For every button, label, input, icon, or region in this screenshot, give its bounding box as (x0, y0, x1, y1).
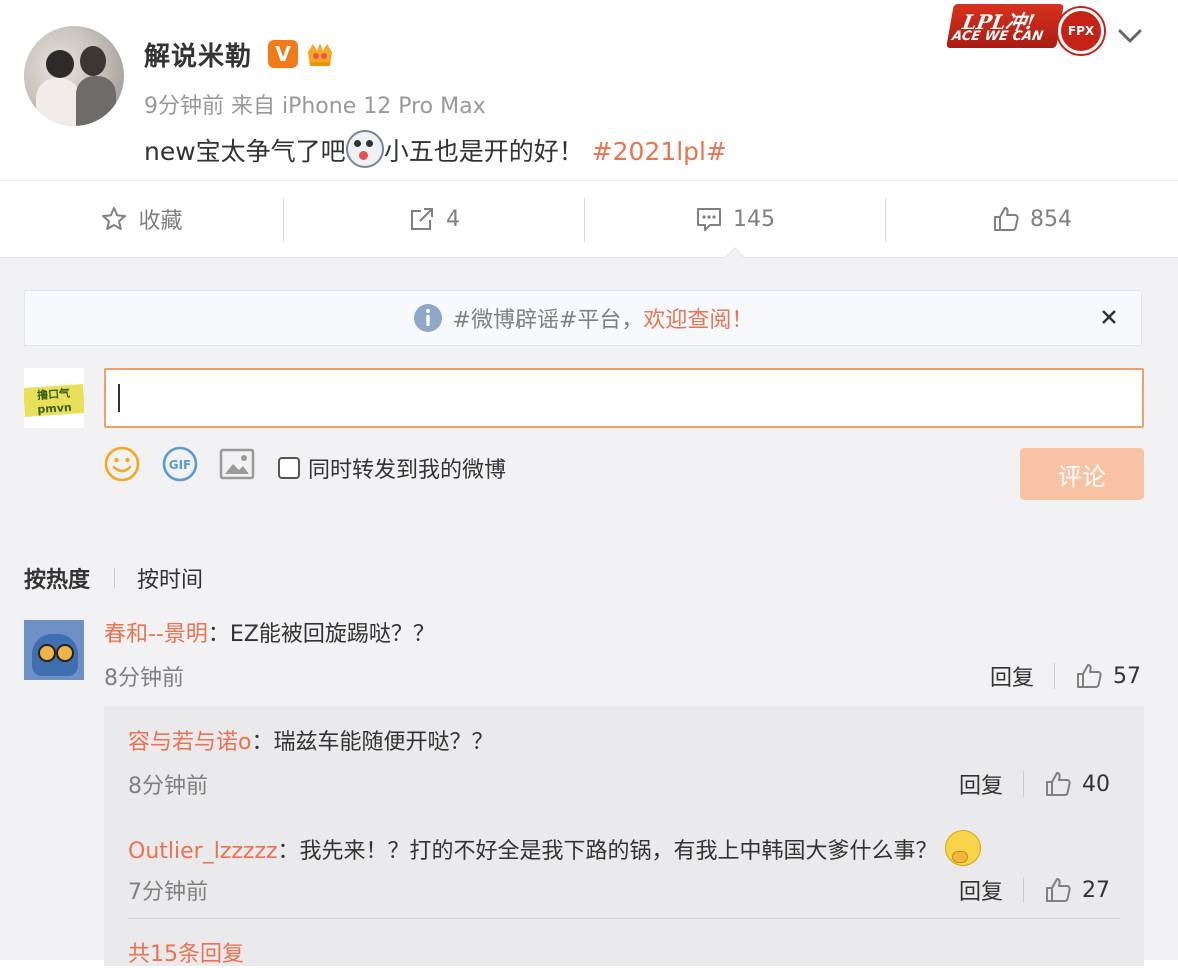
post-text-part: 小五也是开的好！ (383, 137, 584, 166)
notice-link[interactable]: 欢迎查阅！ (643, 302, 753, 334)
submit-comment-button[interactable]: 评论 (1020, 448, 1144, 500)
reply-body: ：我先来！？打的不好全是我下路的锅，有我上中韩国大爹什么事？ (277, 839, 938, 864)
info-icon (413, 304, 442, 332)
reply-like-count: 40 (1082, 771, 1111, 797)
post-text-part: new宝太争气了吧 (144, 137, 346, 166)
reply-body: ：瑞兹车能随便开哒？？ (251, 730, 494, 755)
verified-badge[interactable]: V (268, 40, 298, 68)
thumbs-up-icon[interactable] (1075, 662, 1103, 690)
reply-button[interactable]: 回复 (959, 874, 1003, 906)
comment-icon (697, 208, 721, 231)
comment-sort-bar: 按热度 按时间 (24, 562, 203, 594)
favorite-button[interactable]: 收藏 (0, 181, 283, 257)
gif-icon[interactable]: GIF (162, 446, 198, 482)
image-icon[interactable] (219, 446, 255, 482)
sort-by-time[interactable]: 按时间 (137, 562, 203, 594)
thumbs-up-icon[interactable] (1044, 770, 1072, 798)
comment-input[interactable] (104, 368, 1144, 428)
reply-username[interactable]: 容与若与诺o (128, 730, 251, 755)
notice-text: #微博辟谣#平台， (452, 308, 644, 333)
author-avatar[interactable] (24, 26, 124, 126)
favorite-label: 收藏 (138, 209, 183, 234)
thumbs-up-icon[interactable] (1044, 876, 1072, 904)
banner-bottom-text: ACE WE CAN (950, 29, 1045, 44)
close-icon[interactable] (1095, 303, 1123, 331)
svg-text:GIF: GIF (169, 458, 192, 472)
commenter-avatar[interactable] (24, 620, 84, 680)
thinking-emoji-icon (944, 830, 981, 866)
reply-text: 容与若与诺o：瑞兹车能随便开哒？？ (128, 724, 493, 756)
sort-separator (114, 568, 116, 588)
fpx-logo: FPX (1058, 8, 1104, 54)
comment-username[interactable]: 春和--景明 (104, 622, 208, 647)
panel-pointer (725, 247, 745, 258)
comment-button[interactable]: 145 (585, 181, 885, 257)
repost-count: 4 (446, 206, 460, 232)
comment-text: 春和--景明：EZ能被回旋踢哒？？ (104, 616, 435, 648)
like-count: 854 (1030, 206, 1072, 232)
comment-actions: 回复 57 (990, 660, 1141, 692)
repost-checkbox[interactable] (278, 457, 300, 479)
reply-actions: 回复 40 (959, 768, 1110, 800)
like-button[interactable]: 854 (886, 181, 1178, 257)
hashtag-link[interactable]: #2021lpl# (592, 137, 727, 166)
comment-count: 145 (733, 206, 775, 232)
action-separator (1023, 771, 1025, 797)
action-separator (1023, 877, 1025, 903)
lpl-card-decoration[interactable]: LPL冲! ACE WE CAN FPX (946, 4, 1106, 54)
comment-like-count: 57 (1113, 663, 1142, 689)
post-meta: 9分钟前 来自 iPhone 12 Pro Max (144, 94, 486, 119)
reply-time: 7分钟前 (128, 880, 208, 905)
more-replies-link[interactable]: 共15条回复 (128, 936, 244, 968)
comment-body: ：EZ能被回旋踢哒？？ (207, 622, 435, 647)
chevron-down-icon[interactable] (1116, 24, 1144, 48)
post-text: new宝太争气了吧 小五也是开的好！ #2021lpl# (144, 130, 727, 168)
vip-crown-icon[interactable] (304, 40, 336, 70)
reply-text: Outlier_lzzzzz：我先来！？打的不好全是我下路的锅，有我上中韩国大爹… (128, 830, 981, 866)
author-name[interactable]: 解说米勒 (144, 36, 252, 73)
my-avatar[interactable]: 撸口气pmvn (24, 368, 84, 428)
husky-emoji-icon (345, 130, 384, 168)
rumor-notice-banner[interactable]: #微博辟谣#平台， 欢迎查阅！ (24, 290, 1142, 346)
reply-time: 8分钟前 (128, 774, 208, 799)
reply-button[interactable]: 回复 (959, 768, 1003, 800)
my-avatar-text: 撸口气pmvn (24, 383, 84, 418)
comment-time: 8分钟前 (104, 666, 184, 691)
reply-actions: 回复 27 (959, 874, 1110, 906)
repost-icon (411, 208, 433, 230)
star-icon (102, 207, 127, 230)
repost-option[interactable]: 同时转发到我的微博 (278, 452, 506, 484)
sort-by-hot[interactable]: 按热度 (24, 562, 90, 594)
text-cursor (118, 384, 120, 412)
reply-username[interactable]: Outlier_lzzzzz (128, 839, 278, 864)
repost-button[interactable]: 4 (284, 181, 584, 257)
divider (128, 918, 1120, 919)
emoji-icon[interactable] (104, 446, 140, 482)
post-action-bar: 收藏 4 145 854 (0, 181, 1178, 258)
reply-button[interactable]: 回复 (990, 660, 1034, 692)
repost-option-label: 同时转发到我的微博 (308, 458, 507, 483)
thumbs-up-icon (994, 207, 1019, 231)
action-separator (1054, 663, 1056, 689)
reply-like-count: 27 (1082, 877, 1111, 903)
